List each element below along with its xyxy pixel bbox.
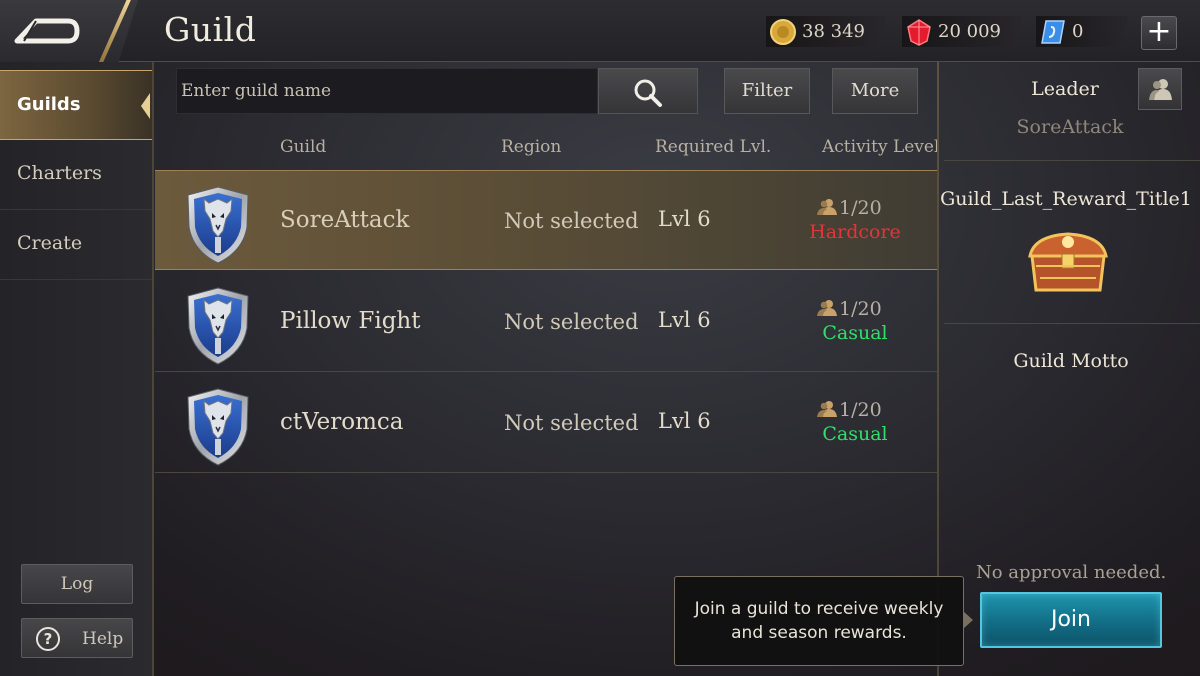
members-icon bbox=[817, 400, 837, 418]
tooltip-line-1: Join a guild to receive weekly bbox=[694, 599, 944, 619]
red-gem-icon bbox=[907, 19, 931, 46]
member-count-text: 1/20 bbox=[839, 298, 882, 320]
log-button-label: Log bbox=[60, 574, 94, 594]
column-header-guild: Guild bbox=[280, 137, 327, 157]
guild-activity-level: Casual bbox=[822, 423, 888, 445]
guild-row[interactable]: Pillow Fight Not selected Lvl 6 1/20 Cas… bbox=[155, 272, 938, 372]
voucher-amount: 0 bbox=[1072, 21, 1084, 42]
members-icon bbox=[817, 299, 837, 317]
add-currency-button[interactable]: + bbox=[1141, 16, 1177, 50]
guild-motto-label: Guild Motto bbox=[1013, 350, 1129, 372]
sidebar-item-label: Guilds bbox=[17, 94, 81, 115]
column-header-region: Region bbox=[501, 137, 562, 157]
guild-region: Not selected bbox=[504, 209, 639, 233]
member-count-text: 1/20 bbox=[839, 399, 882, 421]
voucher-currency: 0 bbox=[1036, 16, 1128, 47]
guild-activity-level: Casual bbox=[822, 322, 888, 344]
sidebar-item-label: Create bbox=[17, 232, 83, 254]
search-button[interactable] bbox=[598, 68, 698, 114]
panel-separator bbox=[944, 160, 1200, 161]
help-icon: ? bbox=[36, 627, 60, 651]
guild-search-input[interactable] bbox=[176, 68, 598, 114]
person-icon bbox=[1149, 79, 1172, 100]
guild-name: SoreAttack bbox=[280, 207, 410, 233]
page-title: Guild bbox=[164, 10, 257, 49]
back-arrow-icon[interactable] bbox=[14, 13, 80, 49]
guild-required-level: Lvl 6 bbox=[658, 207, 711, 231]
leader-label: Leader bbox=[1031, 78, 1099, 100]
sidebar-item-label: Charters bbox=[17, 162, 102, 184]
gold-currency: 38 349 bbox=[766, 16, 886, 47]
guild-required-level: Lvl 6 bbox=[658, 409, 711, 433]
reward-title: Guild_Last_Reward_Title1 bbox=[940, 188, 1192, 210]
more-button[interactable]: More bbox=[832, 68, 918, 114]
blue-voucher-icon bbox=[1041, 20, 1065, 44]
guild-member-count: 1/20 bbox=[817, 298, 882, 320]
approval-note: No approval needed. bbox=[976, 562, 1167, 583]
search-icon bbox=[634, 79, 662, 107]
guild-region: Not selected bbox=[504, 411, 639, 435]
sidebar: Guilds Charters Create Log ? Help bbox=[0, 62, 154, 676]
top-bar: Guild 38 349 20 009 0 + bbox=[0, 0, 1200, 68]
guild-activity-level: Hardcore bbox=[809, 221, 901, 243]
guild-row[interactable]: ctVeromca Not selected Lvl 6 1/20 Casual bbox=[155, 373, 938, 473]
guild-emblem-icon bbox=[185, 185, 251, 265]
help-button[interactable]: ? Help bbox=[21, 618, 133, 658]
leader-name: SoreAttack bbox=[1016, 116, 1124, 138]
sidebar-item-charters[interactable]: Charters bbox=[0, 140, 152, 210]
gem-amount: 20 009 bbox=[938, 21, 1001, 42]
gold-amount: 38 349 bbox=[802, 21, 865, 42]
treasure-chest-icon bbox=[1028, 232, 1108, 292]
log-button[interactable]: Log bbox=[21, 564, 133, 604]
guild-emblem-icon bbox=[185, 286, 251, 366]
guild-row[interactable]: SoreAttack Not selected Lvl 6 1/20 Hardc… bbox=[155, 170, 938, 270]
guild-member-count: 1/20 bbox=[817, 399, 882, 421]
gold-coin-icon bbox=[770, 19, 796, 45]
panel-separator bbox=[944, 323, 1200, 324]
gem-currency: 20 009 bbox=[902, 16, 1022, 47]
column-header-required-level: Required Lvl. bbox=[655, 137, 772, 157]
sidebar-item-create[interactable]: Create bbox=[0, 210, 152, 280]
tooltip-line-2: and season rewards. bbox=[731, 623, 907, 643]
member-count-text: 1/20 bbox=[839, 197, 882, 219]
filter-button[interactable]: Filter bbox=[724, 68, 810, 114]
column-header-activity-level: Activity Level bbox=[822, 137, 940, 157]
members-icon bbox=[817, 198, 837, 216]
guild-name: ctVeromca bbox=[280, 409, 404, 435]
guild-emblem-icon bbox=[185, 387, 251, 467]
guild-member-count: 1/20 bbox=[817, 197, 882, 219]
join-hint-tooltip: Join a guild to receive weekly and seaso… bbox=[674, 576, 973, 666]
join-button[interactable]: Join bbox=[980, 592, 1162, 648]
help-button-label: Help bbox=[82, 629, 124, 649]
guild-name: Pillow Fight bbox=[280, 308, 421, 334]
leader-profile-button[interactable] bbox=[1138, 68, 1182, 110]
guild-required-level: Lvl 6 bbox=[658, 308, 711, 332]
guild-region: Not selected bbox=[504, 310, 639, 334]
sidebar-item-guilds[interactable]: Guilds bbox=[0, 70, 152, 140]
